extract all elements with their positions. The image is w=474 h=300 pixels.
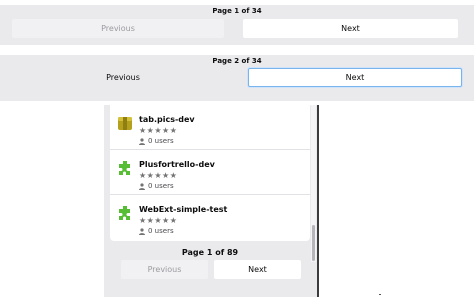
previous-button[interactable]: Previous [12,68,234,87]
user-count: 0 users [139,137,174,145]
rating-stars: ★★★★★ [139,126,178,135]
package-icon [118,117,132,130]
cursor-mark [379,294,381,295]
addon-name[interactable]: tab.pics-dev [139,115,195,124]
top-pagination: Page 1 of 34 Previous Next [0,5,474,45]
addon-list: tab.pics-dev ★★★★★ 0 users Plusfortrello… [110,105,310,241]
rating-stars: ★★★★★ [139,171,178,180]
page-indicator: Page 1 of 34 [212,7,262,15]
previous-button[interactable]: Previous [121,260,208,279]
rating-stars: ★★★★★ [139,216,178,225]
list-item[interactable]: WebExt-simple-test ★★★★★ 0 users [110,195,310,240]
list-item[interactable]: Plusfortrello-dev ★★★★★ 0 users [110,150,310,195]
puzzle-icon [119,206,130,220]
user-icon [139,227,145,235]
next-button[interactable]: Next [214,260,301,279]
addon-name[interactable]: WebExt-simple-test [139,205,227,214]
user-count-label: 0 users [148,182,174,190]
user-count-label: 0 users [148,137,174,145]
user-icon [139,182,145,190]
scrollbar-thumb[interactable] [312,225,315,261]
user-count-label: 0 users [148,227,174,235]
user-icon [139,137,145,145]
page-indicator: Page 2 of 34 [212,57,262,65]
list-item[interactable]: tab.pics-dev ★★★★★ 0 users [110,105,310,150]
user-count: 0 users [139,182,174,190]
page-indicator: Page 1 of 89 [181,248,239,257]
divider [317,105,319,297]
addon-name[interactable]: Plusfortrello-dev [139,160,215,169]
next-button[interactable]: Next [243,19,458,38]
previous-button[interactable]: Previous [12,19,224,38]
puzzle-icon [119,161,130,175]
next-button[interactable]: Next [248,68,462,87]
user-count: 0 users [139,227,174,235]
middle-pagination: Page 2 of 34 Previous Next [0,55,474,101]
